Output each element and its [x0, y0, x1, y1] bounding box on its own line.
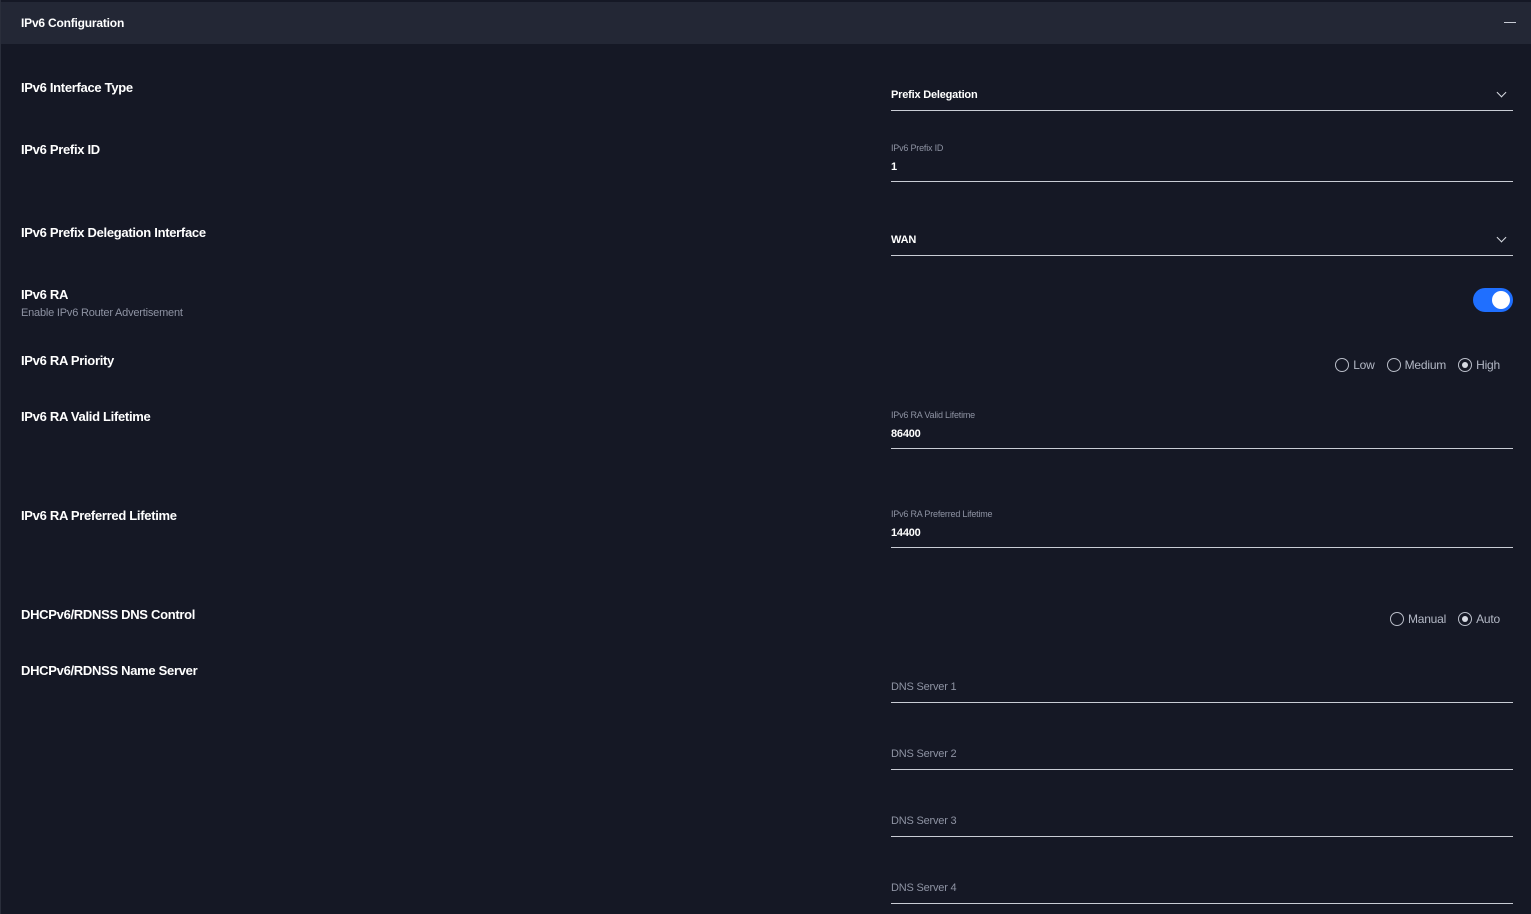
interface-type-value: Prefix Delegation: [891, 89, 978, 101]
toggle-knob: [1492, 291, 1510, 309]
dns-server-1-placeholder: DNS Server 1: [891, 681, 957, 693]
panel-title: IPv6 Configuration: [21, 16, 125, 30]
radio-label: Low: [1353, 358, 1375, 372]
pd-interface-select[interactable]: WAN: [891, 225, 1513, 256]
prefix-id-input[interactable]: IPv6 Prefix ID 1: [891, 140, 1513, 182]
radio-label: High: [1476, 358, 1500, 372]
ra-toggle[interactable]: [1473, 288, 1513, 312]
prefix-id-value: 1: [891, 161, 897, 173]
dns-control-radio-group: Manual Auto: [1378, 612, 1500, 626]
dns-control-manual[interactable]: Manual: [1389, 612, 1447, 626]
ra-priority-low[interactable]: Low: [1335, 358, 1375, 372]
chevron-down-icon: [1496, 87, 1507, 98]
ra-priority-high[interactable]: High: [1458, 358, 1500, 372]
interface-type-select[interactable]: Prefix Delegation: [891, 80, 1513, 111]
dns-server-4-placeholder: DNS Server 4: [891, 882, 957, 894]
radio-icon: [1386, 358, 1401, 372]
name-server-label: DHCPv6/RDNSS Name Server: [21, 663, 198, 678]
radio-label: Manual: [1407, 612, 1447, 626]
radio-icon: [1335, 358, 1350, 372]
ra-label: IPv6 RA: [21, 287, 69, 302]
minus-icon[interactable]: [1502, 14, 1518, 30]
ra-valid-lifetime-input[interactable]: IPv6 RA Valid Lifetime 86400: [891, 407, 1513, 449]
ra-preferred-lifetime-label: IPv6 RA Preferred Lifetime: [21, 508, 177, 523]
ra-priority-label: IPv6 RA Priority: [21, 353, 114, 368]
dns-server-1-input[interactable]: DNS Server 1: [891, 673, 1513, 703]
radio-checked-icon: [1458, 358, 1473, 372]
interface-type-label: IPv6 Interface Type: [21, 80, 133, 95]
ra-valid-lifetime-value: 86400: [891, 428, 921, 440]
ra-valid-lifetime-float-label: IPv6 RA Valid Lifetime: [891, 410, 975, 420]
pd-interface-value: WAN: [891, 234, 917, 246]
ra-preferred-lifetime-float-label: IPv6 RA Preferred Lifetime: [891, 509, 993, 519]
radio-checked-icon: [1458, 612, 1473, 626]
ra-valid-lifetime-label: IPv6 RA Valid Lifetime: [21, 409, 151, 424]
dns-control-label: DHCPv6/RDNSS DNS Control: [21, 607, 196, 622]
ra-priority-radio-group: Low Medium High: [1323, 358, 1500, 372]
radio-icon: [1389, 612, 1404, 626]
ra-sublabel: Enable IPv6 Router Advertisement: [21, 307, 183, 319]
pd-interface-label: IPv6 Prefix Delegation Interface: [21, 225, 206, 240]
dns-server-2-placeholder: DNS Server 2: [891, 748, 957, 760]
prefix-id-label: IPv6 Prefix ID: [21, 142, 100, 157]
panel-header[interactable]: IPv6 Configuration: [1, 2, 1531, 44]
prefix-id-float-label: IPv6 Prefix ID: [891, 143, 944, 153]
radio-label: Auto: [1476, 612, 1500, 626]
dns-server-3-placeholder: DNS Server 3: [891, 815, 957, 827]
ra-preferred-lifetime-input[interactable]: IPv6 RA Preferred Lifetime 14400: [891, 506, 1513, 548]
dns-control-auto[interactable]: Auto: [1458, 612, 1500, 626]
dns-server-2-input[interactable]: DNS Server 2: [891, 740, 1513, 770]
ra-preferred-lifetime-value: 14400: [891, 527, 921, 539]
dns-server-3-input[interactable]: DNS Server 3: [891, 807, 1513, 837]
chevron-down-icon: [1496, 232, 1507, 243]
dns-server-4-input[interactable]: DNS Server 4: [891, 874, 1513, 904]
ipv6-config-panel: IPv6 Configuration IPv6 Interface Type P…: [0, 0, 1531, 914]
radio-label: Medium: [1404, 358, 1447, 372]
ra-priority-medium[interactable]: Medium: [1386, 358, 1447, 372]
